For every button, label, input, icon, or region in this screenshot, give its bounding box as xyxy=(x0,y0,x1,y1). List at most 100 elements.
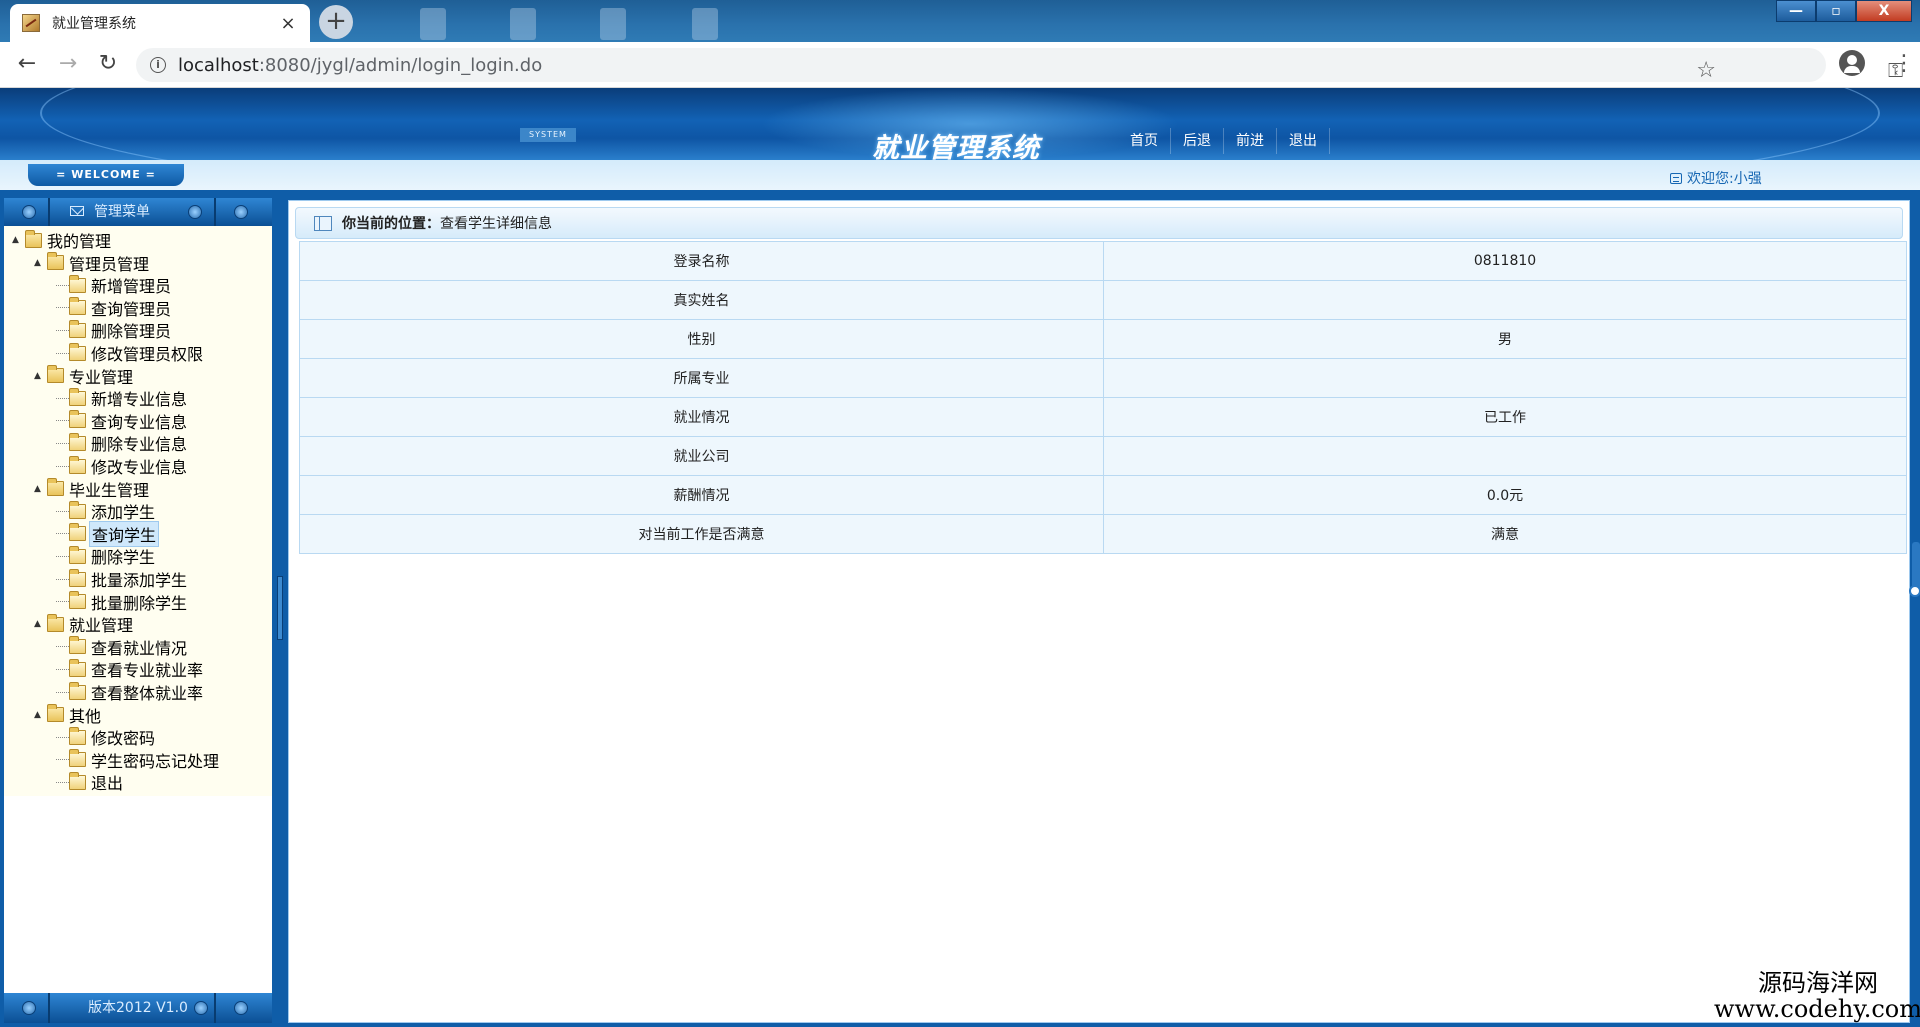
expand-icon[interactable]: ▲ xyxy=(34,484,44,494)
scrollbar-handle[interactable] xyxy=(1909,585,1920,597)
browser-tab[interactable]: 就业管理系统 × xyxy=(10,4,310,42)
tree-connector xyxy=(56,781,69,783)
new-tab-button[interactable]: + xyxy=(319,5,353,39)
tree-item[interactable]: 查看整体就业率 xyxy=(56,681,205,703)
expand-icon[interactable]: ▲ xyxy=(34,371,44,381)
tree-item-label: 毕业生管理 xyxy=(69,480,150,500)
tree-item[interactable]: 退出 xyxy=(56,771,125,793)
folder-icon xyxy=(69,523,86,542)
tree-connector xyxy=(56,510,69,512)
tree-item[interactable]: 修改管理员权限 xyxy=(56,342,205,364)
tree-item[interactable]: 查看就业情况 xyxy=(56,636,189,658)
tree-item[interactable]: 查询学生 xyxy=(56,520,160,547)
nav-back-link[interactable]: 后退 xyxy=(1171,128,1224,154)
tree-item[interactable]: 新增专业信息 xyxy=(56,387,189,409)
table-row: 真实姓名 xyxy=(299,280,1907,320)
nav-forward-link[interactable]: 前进 xyxy=(1224,128,1277,154)
main-frame: 你当前的位置 ： 查看学生详细信息 登录名称 0811810 真实姓名 性别男所属专业… xyxy=(284,196,1920,1027)
panel-icon xyxy=(314,215,332,231)
tree-item-label: 查询专业信息 xyxy=(91,412,188,432)
tree-item[interactable]: 学生密码忘记处理 xyxy=(56,749,221,771)
tree-item[interactable]: 查询管理员 xyxy=(56,297,173,319)
tree-item[interactable]: 修改密码 xyxy=(56,726,157,748)
account-icon[interactable] xyxy=(1839,50,1865,76)
taskbar-ghost-icon xyxy=(420,8,446,40)
sidebar-splitter[interactable] xyxy=(276,196,284,1027)
field-value: 满意 xyxy=(1103,514,1907,554)
scrollbar-thumb[interactable] xyxy=(1912,542,1920,590)
url-text[interactable]: localhost:8080/jygl/admin/login_login.do xyxy=(178,55,542,76)
expand-icon[interactable]: ▲ xyxy=(34,710,44,720)
splitter-grip[interactable] xyxy=(277,576,283,640)
sidebar-title: 管理菜单 xyxy=(94,204,150,220)
knob-icon xyxy=(188,205,202,219)
table-row: 性别男 xyxy=(299,319,1907,359)
field-label: 就业公司 xyxy=(299,436,1104,476)
tree-item[interactable]: 查看专业就业率 xyxy=(56,658,205,680)
tree-folder[interactable]: ▲ 我的管理 xyxy=(12,229,113,251)
tree-item[interactable]: 查询专业信息 xyxy=(56,410,189,432)
folder-icon xyxy=(25,229,42,248)
expand-icon[interactable]: ▲ xyxy=(34,619,44,629)
folder-icon xyxy=(69,342,86,361)
tree-folder[interactable]: ▲ 管理员管理 xyxy=(34,252,151,274)
address-bar[interactable]: i localhost:8080/jygl/admin/login_login.… xyxy=(136,48,1903,83)
knob-icon xyxy=(22,1001,36,1015)
tree-item-label: 批量添加学生 xyxy=(91,571,188,590)
forward-arrow-icon[interactable]: → xyxy=(53,50,83,80)
window-close-button[interactable]: X xyxy=(1856,0,1912,22)
reload-icon[interactable]: ↻ xyxy=(93,50,123,80)
tree-connector xyxy=(56,465,69,467)
field-value: 0.0元 xyxy=(1103,475,1907,515)
tree-connector xyxy=(56,420,69,422)
folder-icon xyxy=(69,455,86,474)
tree-item-label: 管理员管理 xyxy=(69,254,150,274)
knob-icon xyxy=(22,205,36,219)
tree-folder[interactable]: ▲ 其他 xyxy=(34,704,103,726)
tree-folder[interactable]: ▲ 专业管理 xyxy=(34,365,135,387)
minimize-button[interactable]: — xyxy=(1776,0,1816,22)
tree-item-label: 修改专业信息 xyxy=(91,458,188,477)
student-detail-table: 登录名称 0811810 真实姓名 性别男所属专业 就业情况 已工作 就业公司 薪酬情况 0.0… xyxy=(299,241,1907,554)
tree-item-label: 删除学生 xyxy=(91,548,156,568)
expand-icon[interactable]: ▲ xyxy=(34,258,44,268)
tree-item-label: 我的管理 xyxy=(47,232,112,251)
tree-item-label: 修改管理员权限 xyxy=(91,345,204,364)
table-row: 所属专业 xyxy=(299,358,1907,398)
watermark: 源码海洋网 www.codehy.com xyxy=(1714,970,1920,1022)
tree-item[interactable]: 添加学生 xyxy=(56,500,157,522)
tree-item[interactable]: 批量删除学生 xyxy=(56,591,189,613)
expand-icon[interactable]: ▲ xyxy=(12,235,22,245)
field-label: 所属专业 xyxy=(299,358,1104,398)
tree-item[interactable]: 批量添加学生 xyxy=(56,568,189,590)
table-row: 登录名称 0811810 xyxy=(299,241,1907,281)
tree-item[interactable]: 删除管理员 xyxy=(56,319,173,341)
nav-logout-link[interactable]: 退出 xyxy=(1277,128,1330,154)
maximize-button[interactable]: ▫ xyxy=(1816,0,1856,22)
browser-toolbar: ← → ↻ i localhost:8080/jygl/admin/login_… xyxy=(0,42,1920,88)
tree-item-label: 查看专业就业率 xyxy=(91,661,204,681)
tree-item[interactable]: 修改专业信息 xyxy=(56,455,189,477)
field-value xyxy=(1103,436,1907,476)
folder-icon xyxy=(47,365,64,384)
table-row: 就业情况 已工作 xyxy=(299,397,1907,437)
tree-item-label: 删除管理员 xyxy=(91,322,172,342)
tree-folder[interactable]: ▲ 毕业生管理 xyxy=(34,478,151,500)
field-label: 就业情况 xyxy=(299,397,1104,437)
bookmark-star-icon[interactable]: ☆ xyxy=(1696,58,1716,83)
tree-item[interactable]: 删除专业信息 xyxy=(56,432,189,454)
tab-close-icon[interactable]: × xyxy=(278,13,298,34)
tree-item[interactable]: 删除学生 xyxy=(56,545,157,567)
breadcrumb: 你当前的位置 ： 查看学生详细信息 xyxy=(295,207,1903,239)
tree-item-label: 查看整体就业率 xyxy=(91,684,204,703)
tree-item-label: 批量删除学生 xyxy=(91,593,188,613)
site-info-icon[interactable]: i xyxy=(150,57,166,73)
welcome-user: 欢迎您:小强 xyxy=(1670,168,1762,188)
tree-item[interactable]: 新增管理员 xyxy=(56,274,173,296)
browser-menu-icon[interactable]: ⋮ xyxy=(1893,50,1915,78)
back-arrow-icon[interactable]: ← xyxy=(12,50,42,80)
welcome-user-text: 欢迎您:小强 xyxy=(1687,171,1762,187)
knob-icon xyxy=(234,205,248,219)
tree-folder[interactable]: ▲ 就业管理 xyxy=(34,613,135,635)
nav-home-link[interactable]: 首页 xyxy=(1118,128,1171,154)
